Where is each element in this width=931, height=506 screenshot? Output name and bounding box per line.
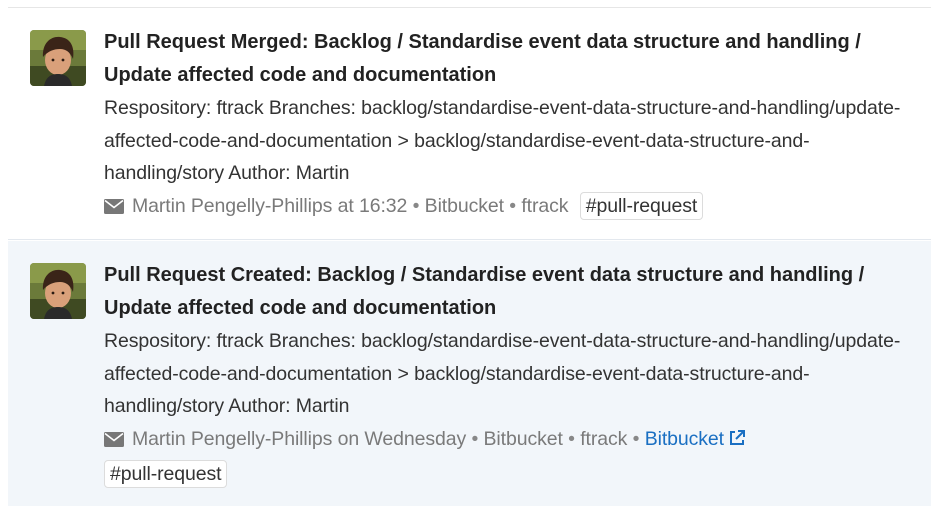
avatar[interactable]	[30, 263, 86, 319]
meta-separator: •	[471, 427, 479, 450]
feed-item-body: Respository: ftrack Branches: backlog/st…	[104, 97, 901, 184]
tag-pull-request[interactable]: #pull-request	[579, 191, 704, 220]
feed-item-meta: Martin Pengelly-Phillips on Wednesday • …	[104, 423, 919, 491]
avatar-image	[30, 30, 86, 86]
feed-item: Pull Request Created: Backlog / Standard…	[8, 241, 931, 506]
feed-item-title[interactable]: Pull Request Merged: Backlog / Standardi…	[104, 26, 919, 92]
avatar-image	[30, 263, 86, 319]
envelope-icon	[104, 192, 124, 225]
meta-source: Bitbucket	[424, 194, 504, 217]
feed-item-meta: Martin Pengelly-Phillips at 16:32 • Bitb…	[104, 190, 919, 225]
meta-project: ftrack	[580, 427, 628, 450]
feed-item-body: Respository: ftrack Branches: backlog/st…	[104, 330, 901, 417]
meta-separator: •	[632, 427, 640, 450]
bitbucket-link[interactable]: Bitbucket	[645, 428, 746, 450]
meta-author-time: Martin Pengelly-Phillips on Wednesday	[132, 427, 467, 450]
bitbucket-link-label: Bitbucket	[644, 427, 724, 450]
feed-item-content: Pull Request Created: Backlog / Standard…	[104, 259, 919, 491]
feed-item-title[interactable]: Pull Request Created: Backlog / Standard…	[104, 259, 919, 325]
meta-source: Bitbucket	[483, 427, 563, 450]
avatar[interactable]	[30, 30, 86, 86]
meta-author-time: Martin Pengelly-Phillips at 16:32	[132, 194, 408, 217]
feed-item-content: Pull Request Merged: Backlog / Standardi…	[104, 26, 919, 225]
meta-project: ftrack	[521, 194, 569, 217]
meta-separator: •	[412, 194, 420, 217]
envelope-icon	[104, 425, 124, 458]
meta-separator: •	[568, 427, 575, 450]
tag-pull-request[interactable]: #pull-request	[104, 459, 228, 488]
external-link-icon	[728, 425, 746, 458]
feed-item: Pull Request Merged: Backlog / Standardi…	[8, 8, 931, 240]
activity-feed: Pull Request Merged: Backlog / Standardi…	[0, 0, 931, 506]
meta-separator: •	[509, 194, 517, 217]
